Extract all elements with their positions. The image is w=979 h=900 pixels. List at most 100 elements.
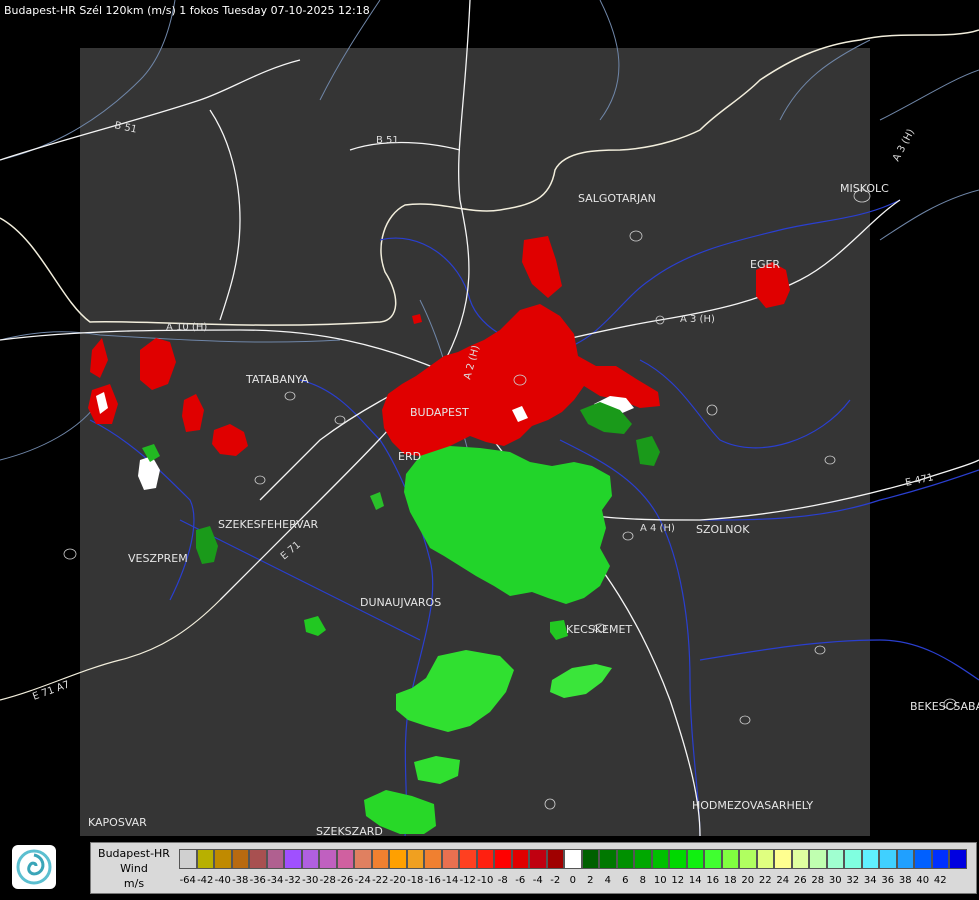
legend-tick-label: 18 <box>723 875 737 886</box>
legend-tick-label: -36 <box>249 875 266 886</box>
legend-tick-label: 30 <box>828 875 842 886</box>
legend-tick-label: -40 <box>214 875 231 886</box>
radar-map[interactable]: SALGOTARJAN MISKOLC EGER TATABANYA BUDAP… <box>0 0 979 900</box>
legend-swatch <box>721 849 739 869</box>
legend-tick-label: -34 <box>267 875 284 886</box>
legend-swatch <box>284 849 302 869</box>
color-legend: Budapest-HR Wind m/s -64 -42 -40 -38 -36 -34-… <box>90 842 977 894</box>
legend-swatch <box>774 849 792 869</box>
legend-ticks: -64 -42 -40 -38 -36 -34 -32 -30 -28 -26 -24 -22 -20-… <box>179 875 974 889</box>
legend-radar-name: Budapest-HR <box>98 847 170 860</box>
city-label: SZEKSZARD <box>316 825 383 838</box>
legend-swatch <box>249 849 267 869</box>
legend-swatch <box>739 849 757 869</box>
legend-swatch <box>319 849 337 869</box>
city-label: SZOLNOK <box>696 523 750 536</box>
legend-tick-label: -28 <box>319 875 336 886</box>
legend-swatch <box>949 849 967 869</box>
legend-tick-label: -10 <box>477 875 494 886</box>
legend-tick-label: 16 <box>706 875 720 886</box>
legend-swatch <box>809 849 827 869</box>
road-label: B 51 <box>376 135 399 146</box>
legend-swatch <box>651 849 669 869</box>
legend-tick-label: -22 <box>372 875 389 886</box>
legend-tick-label: 28 <box>811 875 825 886</box>
road-label: A 3 (H) <box>891 127 917 163</box>
legend-swatch <box>546 849 564 869</box>
legend-swatch <box>756 849 774 869</box>
legend-swatch <box>214 849 232 869</box>
city-label: KECSKEMET <box>566 623 632 636</box>
legend-swatch <box>529 849 547 869</box>
legend-tick-label: -4 <box>532 875 543 886</box>
legend-tick-label: -26 <box>337 875 354 886</box>
legend-tick-label: -64 <box>179 875 196 886</box>
city-label: ERD <box>398 450 421 463</box>
legend-tick-label: -32 <box>284 875 301 886</box>
legend-swatch <box>599 849 617 869</box>
legend-swatch <box>581 849 599 869</box>
legend-tick-label: 24 <box>776 875 790 886</box>
legend-swatch <box>196 849 214 869</box>
legend-tick-label: 20 <box>741 875 755 886</box>
legend-swatch <box>634 849 652 869</box>
legend-swatch <box>686 849 704 869</box>
legend-tick-label: -8 <box>497 875 508 886</box>
legend-tick-label: -30 <box>302 875 319 886</box>
legend-swatch <box>861 849 879 869</box>
legend-swatch <box>826 849 844 869</box>
map-title: Budapest-HR Szél 120km (m/s) 1 fokos Tue… <box>4 4 370 17</box>
city-label: HODMEZOVASARHELY <box>692 799 813 812</box>
legend-tick-label: -18 <box>407 875 424 886</box>
legend-quantity: Wind <box>120 862 148 875</box>
legend-unit: m/s <box>123 877 145 890</box>
radar-map-viewer: SALGOTARJAN MISKOLC EGER TATABANYA BUDAP… <box>0 0 979 900</box>
legend-tick-label: 0 <box>569 875 576 886</box>
legend-swatch <box>879 849 897 869</box>
legend-swatch <box>844 849 862 869</box>
legend-tick-label: -6 <box>515 875 526 886</box>
legend-swatch <box>931 849 949 869</box>
legend-tick-label: -16 <box>424 875 441 886</box>
legend-title: Budapest-HR Wind m/s <box>91 843 177 893</box>
legend-swatch <box>231 849 249 869</box>
legend-tick-label: -12 <box>459 875 476 886</box>
legend-tick-label: 26 <box>793 875 807 886</box>
legend-tick-label: 8 <box>639 875 646 886</box>
legend-swatches <box>179 849 967 869</box>
city-label: SALGOTARJAN <box>578 192 656 205</box>
legend-swatch <box>406 849 424 869</box>
legend-swatch <box>424 849 442 869</box>
legend-swatch <box>511 849 529 869</box>
legend-swatch <box>791 849 809 869</box>
legend-tick-label: 40 <box>916 875 930 886</box>
logo <box>12 845 56 889</box>
legend-tick-label: 6 <box>622 875 629 886</box>
legend-tick-label: -38 <box>232 875 249 886</box>
legend-tick-label: 12 <box>671 875 685 886</box>
road-label: A 10 (H) <box>166 322 207 333</box>
legend-swatch <box>354 849 372 869</box>
legend-swatch <box>459 849 477 869</box>
city-label: EGER <box>750 258 780 271</box>
legend-tick-label: 14 <box>688 875 702 886</box>
legend-tick-label: -14 <box>442 875 459 886</box>
legend-swatch <box>564 849 582 869</box>
city-label: TATABANYA <box>245 373 309 386</box>
legend-tick-label: -20 <box>389 875 406 886</box>
legend-swatch <box>616 849 634 869</box>
legend-swatch <box>266 849 284 869</box>
legend-tick-label: 32 <box>846 875 860 886</box>
legend-swatch <box>336 849 354 869</box>
legend-tick-label: 4 <box>604 875 611 886</box>
legend-tick-label: 34 <box>863 875 877 886</box>
legend-swatch <box>704 849 722 869</box>
legend-swatch <box>494 849 512 869</box>
legend-tick-label: -2 <box>550 875 561 886</box>
legend-tick-label: 42 <box>933 875 947 886</box>
road-label: A 4 (H) <box>640 523 675 534</box>
city-label: VESZPREM <box>128 552 188 565</box>
city-label: BUDAPEST <box>410 406 469 419</box>
legend-swatch <box>914 849 932 869</box>
city-label: MISKOLC <box>840 182 889 195</box>
